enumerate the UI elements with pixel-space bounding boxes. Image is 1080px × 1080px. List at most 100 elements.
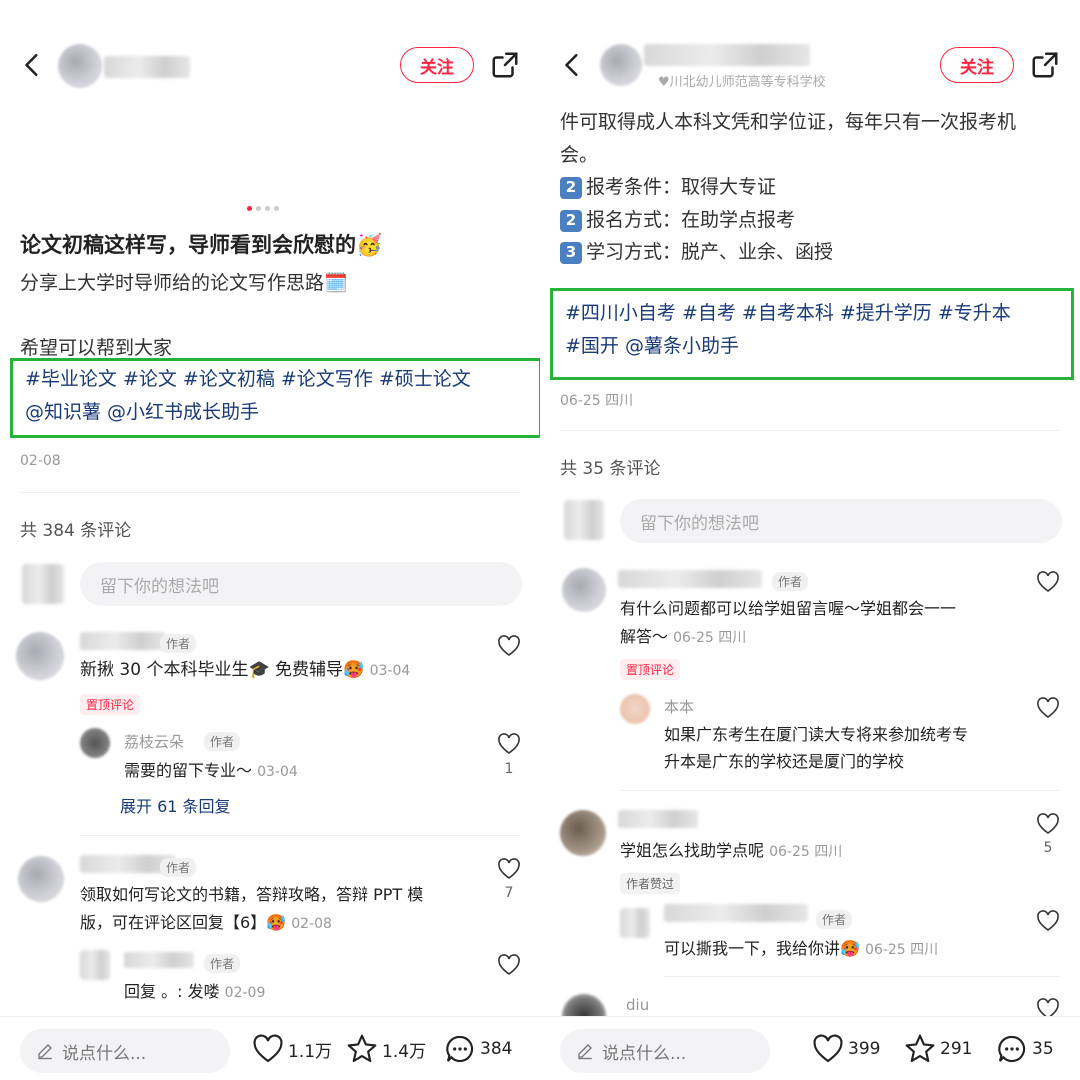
divider [664,976,1060,977]
comment-count: 共 384 条评论 [20,521,132,541]
pinned-badge: 置顶评论 [620,659,681,680]
commenter-name-redacted[interactable] [618,810,698,828]
comment-input[interactable]: 留下你的想法吧 [620,499,1062,543]
reply-text: 需要的留下专业～ 03-04 [124,761,298,780]
author-avatar[interactable] [58,44,102,88]
reply-name-redacted[interactable] [124,952,194,968]
author-badge: 作者 [772,572,809,591]
comment-total: 384 [480,1039,513,1059]
divider [620,790,1060,791]
say-something-input[interactable]: 说点什么... [20,1029,230,1073]
post-body-line2: 会。 [560,144,599,166]
author-badge: 作者 [204,954,241,973]
like-total: 399 [848,1039,881,1059]
post-subtitle: 分享上大学时导师给的论文写作思路🗓️ [20,272,348,294]
collect-stat[interactable]: 291 [904,1033,972,1065]
reply-text-line2: 升本是广东的学校还是厦门的学校 [664,752,905,771]
say-placeholder: 说点什么... [62,1043,147,1064]
like-icon[interactable] [1036,697,1060,719]
author-avatar[interactable] [600,44,642,86]
heart-icon [813,1034,843,1063]
author-name-redacted[interactable] [644,44,810,66]
info-item: 3 学习方式：脱产、业余、函授 [560,236,833,269]
post-title: 论文初稿这样写，导师看到会欣慰的🥳 [20,233,383,257]
reply-text: 可以撕我一下，我给你讲🥵 06-25 四川 [664,939,939,958]
back-icon[interactable] [20,52,46,78]
comment-text: 学姐怎么找助学点呢 06-25 四川 [620,841,843,860]
pinned-badge: 置顶评论 [80,694,141,715]
my-avatar [564,500,604,540]
author-badge: 作者 [160,634,197,653]
mention-line[interactable]: @知识薯 @小红书成长助手 [25,396,527,429]
commenter-avatar[interactable] [560,810,606,856]
like-icon[interactable] [497,858,521,880]
follow-button[interactable]: 关注 [940,47,1014,83]
right-post-screen: ♥川北幼儿师范高等专科学校 关注 件可取得成人本科文凭和学位证，每年只有一次报考… [540,0,1080,1080]
reply-text: 回复 。: 发喽 02-09 [124,982,266,1001]
share-icon[interactable] [1030,50,1060,80]
post-date: 06-25 四川 [560,393,634,409]
like-icon[interactable] [497,733,521,755]
say-something-input[interactable]: 说点什么... [560,1029,770,1073]
post-date: 02-08 [20,453,61,469]
commenter-avatar[interactable] [16,632,64,680]
collect-total: 1.4万 [382,1041,427,1062]
hashtag-line[interactable]: #国开 @薯条小助手 [565,330,1059,363]
comment-stat[interactable]: 35 [996,1033,1054,1065]
bottom-action-bar: 说点什么... 1.1万 1.4万 384 [0,1016,540,1080]
collect-stat[interactable]: 1.4万 [346,1033,426,1065]
hashtag-line[interactable]: #毕业论文 #论文 #论文初稿 #论文写作 #硕士论文 [25,363,527,396]
like-icon[interactable] [1036,910,1060,932]
commenter-name[interactable]: diu [626,996,649,1014]
star-icon [347,1034,377,1063]
commenter-name-redacted[interactable] [618,570,762,588]
reply-avatar[interactable] [80,728,110,758]
reply-avatar[interactable] [620,908,650,938]
commenter-name-redacted[interactable] [80,632,166,650]
comment-text-line1: 领取如何写论文的书籍，答辩攻略，答辩 PPT 模 [80,885,424,904]
like-count: 1 [504,761,514,777]
reply-name-redacted[interactable] [664,904,808,922]
author-liked-badge: 作者赞过 [620,873,681,894]
expand-replies-link[interactable]: 展开 61 条回复 [120,793,231,817]
pencil-icon [38,1044,52,1060]
my-avatar [22,564,64,604]
like-icon[interactable] [1036,813,1060,835]
number-icon: 3 [560,241,582,264]
pencil-icon [578,1044,592,1060]
collect-total: 291 [940,1039,973,1059]
reply-text-line1: 如果广东考生在厦门读大专将来参加统考专 [664,725,969,744]
post-body-line1: 件可取得成人本科文凭和学位证，每年只有一次报考机 [560,111,1017,133]
comment-input[interactable]: 留下你的想法吧 [80,562,522,606]
reply-name[interactable]: 荔枝云朵 [124,731,184,752]
comment-stat[interactable]: 384 [444,1033,512,1065]
left-post-screen: 关注 论文初稿这样写，导师看到会欣慰的🥳 分享上大学时导师给的论文写作思路🗓️ … [0,0,540,1080]
comment-total: 35 [1032,1039,1054,1059]
reply-avatar[interactable] [80,950,110,980]
reply-name[interactable]: 本本 [664,696,694,717]
hashtag-box: #毕业论文 #论文 #论文初稿 #论文写作 #硕士论文 @知识薯 @小红书成长助… [10,358,540,438]
reply-avatar[interactable] [620,694,650,724]
number-icon: 2 [560,209,582,232]
hashtag-box: #四川小自考 #自考 #自考本科 #提升学历 #专升本 #国开 @薯条小助手 [550,288,1074,380]
like-icon[interactable] [1036,571,1060,593]
bottom-action-bar: 说点什么... 399 291 35 [540,1016,1080,1080]
back-icon[interactable] [560,52,586,78]
author-name-redacted[interactable] [104,56,190,78]
divider [80,835,520,836]
comment-text: 新揪 30 个本科毕业生🎓 免费辅导🥵 03-04 [80,660,411,680]
heart-icon [253,1034,283,1063]
commenter-avatar[interactable] [18,856,64,902]
share-icon[interactable] [490,50,520,80]
follow-button[interactable]: 关注 [400,47,474,83]
comment-text-line2: 版，可在评论区回复【6】🥵 02-08 [80,913,332,932]
like-icon[interactable] [497,954,521,976]
hashtag-line[interactable]: #四川小自考 #自考 #自考本科 #提升学历 #专升本 [565,297,1059,330]
like-stat[interactable]: 1.1万 [252,1033,332,1065]
like-total: 1.1万 [288,1041,333,1062]
commenter-avatar[interactable] [562,568,606,612]
comment-bubble-icon [446,1035,474,1062]
author-badge: 作者 [816,910,853,929]
like-stat[interactable]: 399 [812,1033,880,1065]
like-icon[interactable] [497,635,521,657]
